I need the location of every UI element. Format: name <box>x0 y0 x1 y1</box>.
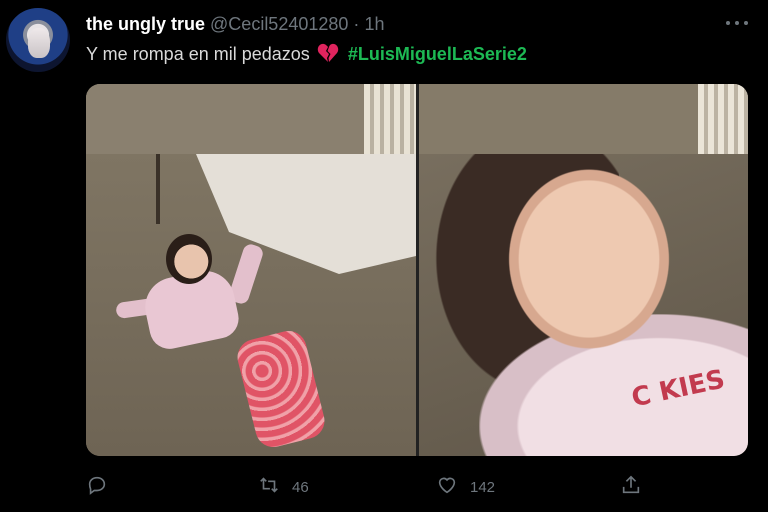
photo-stair-railing <box>364 84 416 154</box>
separator-dot: · <box>353 14 360 34</box>
retweet-button[interactable]: 46 <box>258 474 309 500</box>
like-button[interactable]: 142 <box>436 474 495 500</box>
retweet-icon <box>258 474 280 500</box>
hashtag-link[interactable]: #LuisMiguelLaSerie2 <box>348 44 527 64</box>
like-count: 142 <box>470 478 496 496</box>
tweet-header: the ungly true @Cecil52401280 · 1h <box>86 12 708 36</box>
broken-heart-icon <box>317 43 339 69</box>
tweet-actions: 46 142 <box>86 474 646 500</box>
reply-icon <box>86 474 108 500</box>
photo-girl-head <box>166 234 212 284</box>
photo-girl-closeup[interactable]: C KIES <box>419 84 748 456</box>
reply-button[interactable] <box>86 474 120 500</box>
share-button[interactable] <box>620 474 642 500</box>
tweet: the ungly true @Cecil52401280 · 1h Y me … <box>0 0 768 512</box>
share-icon <box>620 474 642 500</box>
like-icon <box>436 474 458 500</box>
user-handle[interactable]: @Cecil52401280 <box>210 14 348 34</box>
display-name[interactable]: the ungly true <box>86 14 205 34</box>
tweet-text: Y me rompa en mil pedazos #LuisMiguelLaS… <box>86 42 527 69</box>
timestamp[interactable]: 1h <box>364 14 384 34</box>
tweet-media[interactable]: C KIES <box>86 84 748 456</box>
photo-girl-face <box>504 164 674 354</box>
avatar[interactable] <box>6 8 70 72</box>
photo-girl-on-floor[interactable] <box>86 84 416 456</box>
more-options-icon[interactable] <box>726 12 748 34</box>
photo-wall-edge <box>156 154 160 224</box>
photo-stair-railing <box>698 84 748 154</box>
tweet-body: Y me rompa en mil pedazos <box>86 44 310 64</box>
retweet-count: 46 <box>292 478 309 496</box>
